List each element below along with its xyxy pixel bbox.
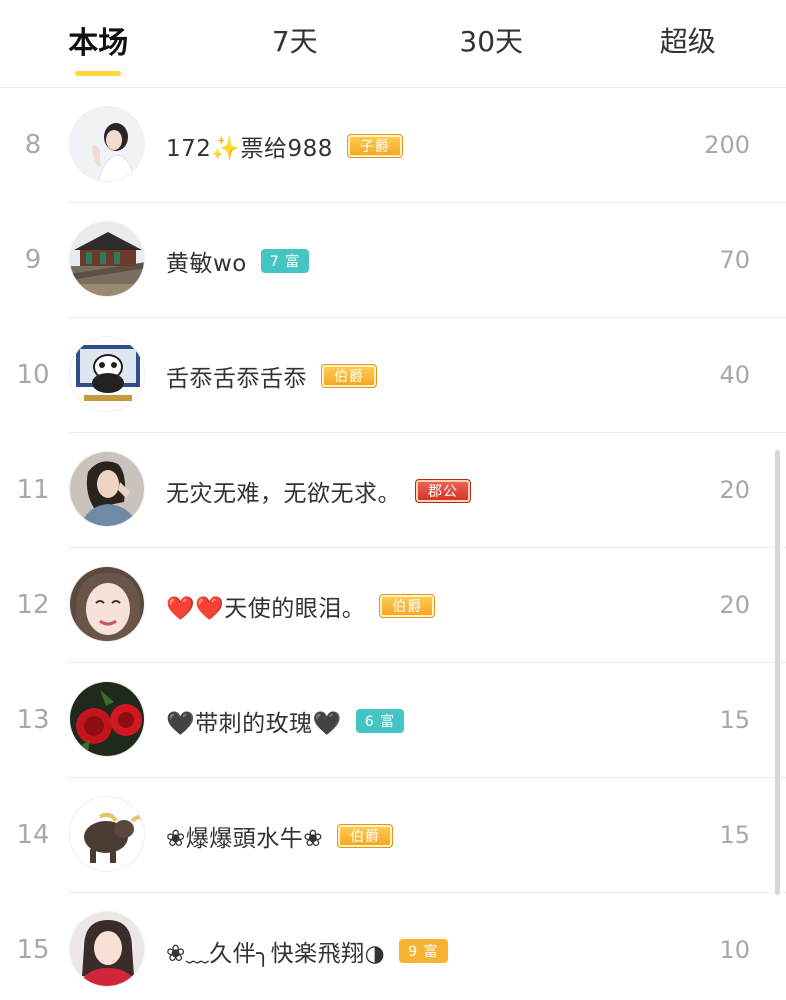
username: 172✨票给988 — [166, 135, 333, 162]
rank-badge: 伯爵 — [337, 823, 394, 848]
rank-number: 14 — [16, 820, 50, 850]
rank-number: 15 — [16, 935, 50, 965]
tab-label: 超级 — [659, 24, 716, 58]
leaderboard-screen: 本场 7天 30天 超级 8 172✨票给988 子爵 200 9 黄敏wo 7… — [0, 0, 786, 1000]
tab-30-days[interactable]: 30天 — [393, 0, 590, 87]
tab-label: 30天 — [459, 24, 524, 58]
rank-badge: 郡公 — [415, 478, 471, 503]
tab-label: 7天 — [271, 24, 318, 58]
username: 黄敏wo — [166, 250, 247, 277]
rank-number: 9 — [24, 245, 42, 275]
rank-badge: 子爵 — [346, 133, 403, 158]
score-value: 15 — [719, 706, 750, 734]
rank-number: 12 — [16, 590, 50, 620]
avatar[interactable] — [69, 106, 145, 182]
scrollbar[interactable] — [775, 450, 780, 895]
username: ❀﹏久伴╮快楽飛翔◑ — [166, 940, 386, 967]
list-item[interactable]: 15 ❀﹏久伴╮快楽飛翔◑ 9 富 10 — [0, 893, 786, 1000]
username: ❤️❤️天使的眼泪。 — [166, 595, 366, 622]
rank-badge: 伯爵 — [379, 593, 436, 618]
active-tab-indicator — [75, 71, 122, 76]
avatar[interactable] — [69, 681, 145, 757]
list-item[interactable]: 8 172✨票给988 子爵 200 — [0, 88, 786, 203]
avatar[interactable] — [69, 221, 145, 297]
list-item[interactable]: 14 ❀爆爆頭水牛❀ 伯爵 15 — [0, 778, 786, 893]
list-item[interactable]: 10 舌忝舌忝舌忝 伯爵 40 — [0, 318, 786, 433]
rank-number: 11 — [16, 475, 50, 505]
tab-7-days[interactable]: 7天 — [197, 0, 394, 87]
username: 🖤带刺的玫瑰🖤 — [166, 710, 342, 737]
score-value: 70 — [719, 246, 750, 274]
tab-label: 本场 — [68, 25, 129, 61]
tab-super[interactable]: 超级 — [590, 0, 786, 87]
period-tabs: 本场 7天 30天 超级 — [0, 0, 786, 88]
list-item[interactable]: 13 🖤带刺的玫瑰🖤 6 富 15 — [0, 663, 786, 778]
rank-number: 8 — [24, 130, 42, 160]
avatar[interactable] — [69, 911, 145, 987]
avatar[interactable] — [69, 451, 145, 527]
list-item[interactable]: 11 无灾无难，无欲无求。 郡公 20 — [0, 433, 786, 548]
ranking-list[interactable]: 8 172✨票给988 子爵 200 9 黄敏wo 7 富 70 10 舌忝舌忝… — [0, 88, 786, 1000]
list-item[interactable]: 12 ❤️❤️天使的眼泪。 伯爵 20 — [0, 548, 786, 663]
score-value: 20 — [719, 476, 750, 504]
wealth-badge: 7 富 — [260, 248, 310, 273]
avatar[interactable] — [69, 336, 145, 412]
avatar[interactable] — [69, 796, 145, 872]
score-value: 40 — [719, 361, 750, 389]
tab-this-session[interactable]: 本场 — [0, 0, 197, 87]
score-value: 10 — [719, 936, 750, 964]
score-value: 20 — [719, 591, 750, 619]
wealth-badge: 9 富 — [399, 938, 448, 963]
rank-number: 10 — [16, 360, 50, 390]
rank-number: 13 — [16, 705, 50, 735]
wealth-badge: 6 富 — [355, 708, 405, 733]
avatar[interactable] — [69, 566, 145, 642]
username: ❀爆爆頭水牛❀ — [166, 825, 324, 852]
score-value: 200 — [704, 131, 750, 159]
rank-badge: 伯爵 — [321, 363, 377, 388]
username: 舌忝舌忝舌忝 — [166, 365, 307, 392]
score-value: 15 — [719, 821, 750, 849]
list-item[interactable]: 9 黄敏wo 7 富 70 — [0, 203, 786, 318]
username: 无灾无难，无欲无求。 — [166, 480, 401, 507]
